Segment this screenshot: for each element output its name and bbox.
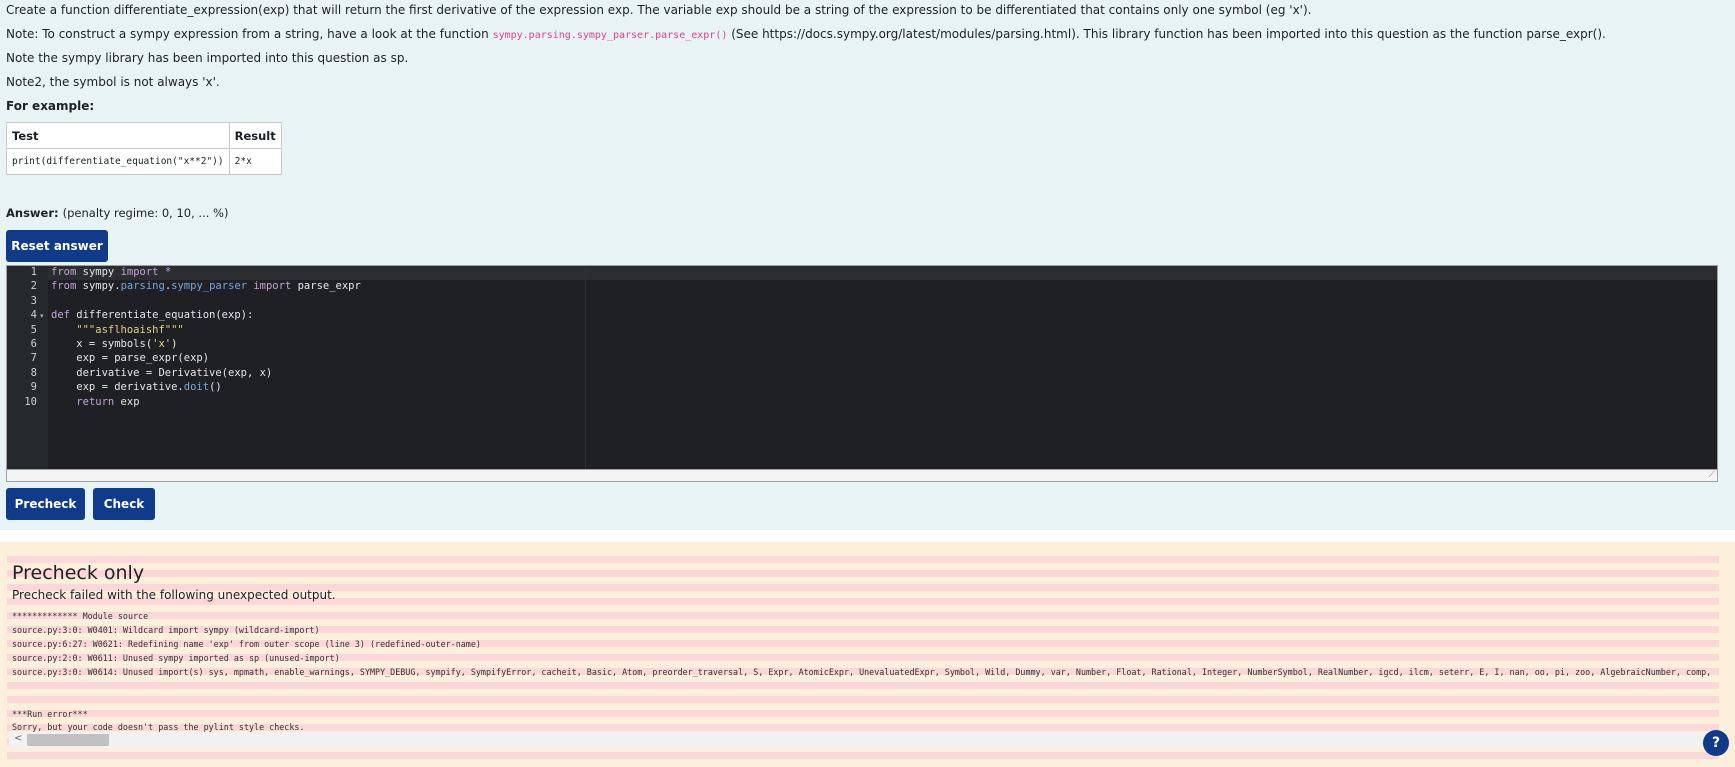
code-line[interactable]: exp = derivative.doit() bbox=[51, 381, 222, 394]
print-margin bbox=[585, 266, 586, 469]
table-row: print(differentiate_equation("x**2")) 2*… bbox=[6, 148, 282, 175]
horizontal-scrollbar[interactable]: < bbox=[9, 732, 1719, 748]
line-number: 5 bbox=[30, 323, 37, 336]
answer-label: Answer: (penalty regime: 0, 10, ... %) bbox=[6, 206, 228, 220]
output-line: source.py:3:0: W0614: Unused import(s) s… bbox=[12, 667, 1712, 677]
code-token: exp bbox=[114, 395, 140, 408]
question-line-2-post: ). This library function has been import… bbox=[1071, 27, 1606, 41]
for-example-heading: For example: bbox=[6, 99, 95, 113]
code-token: 'x' bbox=[152, 338, 172, 350]
code-token: from bbox=[51, 280, 77, 293]
code-line[interactable]: x = symbols('x') bbox=[51, 338, 177, 350]
code-line[interactable]: def differentiate_equation(exp): bbox=[51, 309, 253, 321]
table-cell-result: 2*x bbox=[228, 148, 282, 175]
active-line-highlight bbox=[48, 266, 1717, 280]
editor-resize-handle[interactable]: ⟋ bbox=[6, 470, 1718, 482]
outcome-title: Precheck only bbox=[12, 562, 145, 584]
precheck-outcome-panel: Precheck only Precheck failed with the f… bbox=[0, 542, 1735, 767]
line-number-gutter: 1 2 3 4 5 6 7 8 9 10 ▾ bbox=[7, 266, 48, 469]
code-token: exp = parse_expr(exp) bbox=[51, 352, 210, 365]
code-token: parse_expr bbox=[291, 280, 361, 293]
fold-arrow-icon[interactable]: ▾ bbox=[40, 312, 44, 320]
table-header-row: Test Result bbox=[6, 122, 282, 149]
output-line: Sorry, but your code doesn't pass the py… bbox=[12, 722, 305, 732]
question-text-area: Create a function differentiate_expressi… bbox=[0, 0, 1735, 530]
answer-label-text: Answer: bbox=[6, 206, 59, 220]
line-number: 4 bbox=[30, 309, 37, 322]
check-button[interactable]: Check bbox=[93, 488, 155, 520]
question-line-3: Note the sympy library has been imported… bbox=[6, 51, 409, 65]
penalty-regime: (penalty regime: 0, 10, ... %) bbox=[62, 206, 229, 220]
code-token: sympy bbox=[76, 266, 121, 278]
code-line[interactable]: from sympy.parsing.sympy_parser import p… bbox=[51, 280, 361, 292]
question-line-1: Create a function differentiate_expressi… bbox=[6, 3, 1312, 17]
line-number: 9 bbox=[30, 381, 37, 394]
code-token: x = symbols( bbox=[51, 338, 153, 350]
code-token: () bbox=[209, 381, 222, 394]
code-token: import bbox=[253, 280, 292, 293]
code-token: sympy_parser bbox=[171, 280, 248, 293]
example-table: Test Result print(differentiate_equation… bbox=[6, 122, 282, 175]
code-token: """asflhoaishf""" bbox=[51, 323, 184, 336]
code-line[interactable]: return exp bbox=[51, 395, 140, 408]
code-token: * bbox=[158, 266, 172, 278]
code-line[interactable]: from sympy import * bbox=[51, 266, 171, 278]
code-token: return bbox=[76, 395, 115, 408]
resize-grip-icon[interactable]: ⟋ bbox=[1709, 470, 1715, 480]
output-line: source.py:3:0: W0401: Wildcard import sy… bbox=[12, 625, 320, 635]
code-token: doit bbox=[183, 381, 210, 394]
code-token: sympy. bbox=[76, 280, 121, 293]
code-token: from bbox=[51, 266, 77, 278]
table-cell-test: print(differentiate_equation("x**2")) bbox=[6, 148, 230, 175]
docs-link[interactable]: https://docs.sympy.org/latest/modules/pa… bbox=[762, 27, 1071, 41]
question-line-2: Note: To construct a sympy expression fr… bbox=[6, 27, 1606, 41]
question-line-2-pre: Note: To construct a sympy expression fr… bbox=[6, 27, 493, 41]
code-token: differentiate_equation(exp): bbox=[69, 309, 254, 322]
code-token: exp = derivative. bbox=[51, 381, 184, 394]
table-header-result: Result bbox=[228, 122, 282, 149]
line-number: 2 bbox=[30, 280, 37, 293]
question-line-2-mid: (See bbox=[727, 27, 763, 41]
output-line: ***Run error*** bbox=[12, 709, 88, 719]
output-line: ************* Module source bbox=[12, 611, 149, 621]
code-editor[interactable]: 1 2 3 4 5 6 7 8 9 10 ▾ from sympy import * from sym… bbox=[6, 265, 1718, 470]
line-number: 6 bbox=[30, 338, 37, 350]
line-number: 1 bbox=[30, 266, 37, 278]
scrollbar-thumb[interactable] bbox=[27, 734, 109, 746]
line-number: 8 bbox=[30, 366, 37, 379]
line-number: 3 bbox=[30, 294, 37, 307]
code-token: def bbox=[51, 309, 70, 322]
output-line: source.py:2:0: W0611: Unused sympy impor… bbox=[12, 653, 340, 663]
precheck-button[interactable]: Precheck bbox=[6, 488, 85, 520]
code-token: import bbox=[120, 266, 159, 278]
help-button[interactable]: ? bbox=[1703, 730, 1729, 756]
table-header-test: Test bbox=[6, 122, 230, 149]
code-token: ) bbox=[171, 338, 178, 350]
question-line-4: Note2, the symbol is not always 'x'. bbox=[6, 75, 220, 89]
code-line[interactable]: derivative = Derivative(exp, x) bbox=[51, 367, 272, 379]
output-line: source.py:6:27: W0621: Redefining name '… bbox=[12, 639, 481, 649]
outcome-message: Precheck failed with the following unexp… bbox=[12, 588, 336, 602]
code-token: derivative = Derivative(exp, x) bbox=[51, 366, 273, 379]
line-number: 10 bbox=[24, 395, 37, 408]
code-line[interactable]: exp = parse_expr(exp) bbox=[51, 352, 209, 364]
parse-expr-code: sympy.parsing.sympy_parser.parse_expr() bbox=[492, 30, 728, 41]
scroll-left-icon[interactable]: < bbox=[14, 733, 22, 744]
code-token: parsing bbox=[120, 280, 165, 293]
line-number: 7 bbox=[30, 352, 37, 365]
code-line[interactable]: """asflhoaishf""" bbox=[51, 323, 184, 336]
reset-answer-button[interactable]: Reset answer bbox=[6, 230, 108, 262]
